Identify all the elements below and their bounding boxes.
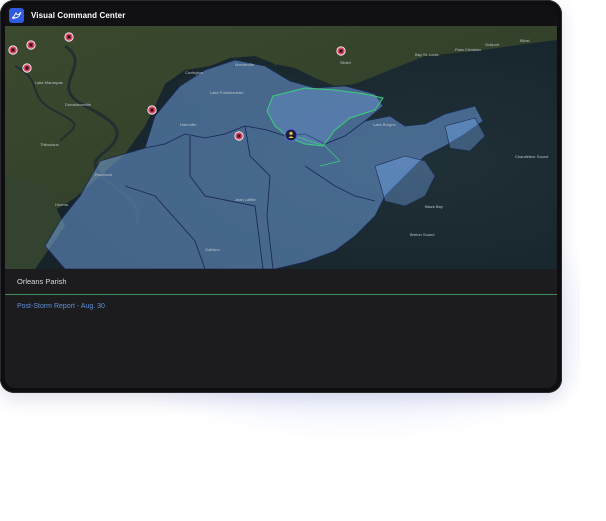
alert-marker[interactable] <box>234 131 244 141</box>
app-screen: Visual Command Center Covington Mandevil… <box>5 5 557 388</box>
alert-marker[interactable] <box>64 32 74 42</box>
place-label: Thibodaux <box>40 142 59 147</box>
place-label: Mandeville <box>235 62 255 67</box>
place-label: Gulfport <box>485 42 500 47</box>
place-label: Hahnville <box>180 122 197 127</box>
person-marker[interactable] <box>284 128 298 142</box>
place-label: Covington <box>185 70 203 75</box>
title-bar: Visual Command Center <box>5 5 557 26</box>
place-label: Lake Borgne <box>373 122 396 127</box>
map-canvas[interactable]: Covington Mandeville Slidell Bay St. Lou… <box>5 26 557 269</box>
panel-header: Orleans Parish <box>5 269 557 295</box>
place-label: Raceland <box>95 172 112 177</box>
place-label: Biloxi <box>520 38 530 43</box>
place-label: Breton Sound <box>410 232 434 237</box>
place-label: Pass Christian <box>455 47 481 52</box>
details-panel: Orleans Parish Post-Storm Report - Aug. … <box>5 269 557 388</box>
alert-marker[interactable] <box>22 63 32 73</box>
region-title: Orleans Parish <box>17 277 67 286</box>
place-label: Slidell <box>340 60 351 65</box>
place-label: Lake Maurepas <box>35 80 63 85</box>
alert-marker[interactable] <box>8 45 18 55</box>
alert-marker[interactable] <box>26 40 36 50</box>
place-label: Bay St. Louis <box>415 52 439 57</box>
bird-icon <box>9 8 24 23</box>
satellite-map[interactable]: Covington Mandeville Slidell Bay St. Lou… <box>5 26 557 269</box>
place-label: Galliano <box>205 247 220 252</box>
alert-marker[interactable] <box>147 105 157 115</box>
app-title: Visual Command Center <box>31 11 126 20</box>
tablet-frame: Visual Command Center Covington Mandevil… <box>0 0 562 393</box>
place-label: Houma <box>55 202 69 207</box>
place-label: Chandeleur Sound <box>515 154 548 159</box>
place-label: Donaldsonville <box>65 102 92 107</box>
report-link[interactable]: Post-Storm Report - Aug. 30 <box>17 303 105 310</box>
alert-marker[interactable] <box>336 46 346 56</box>
place-label: Jean Lafitte <box>235 197 256 202</box>
place-label: Lake Pontchartrain <box>210 90 244 95</box>
place-label: Black Bay <box>425 204 443 209</box>
